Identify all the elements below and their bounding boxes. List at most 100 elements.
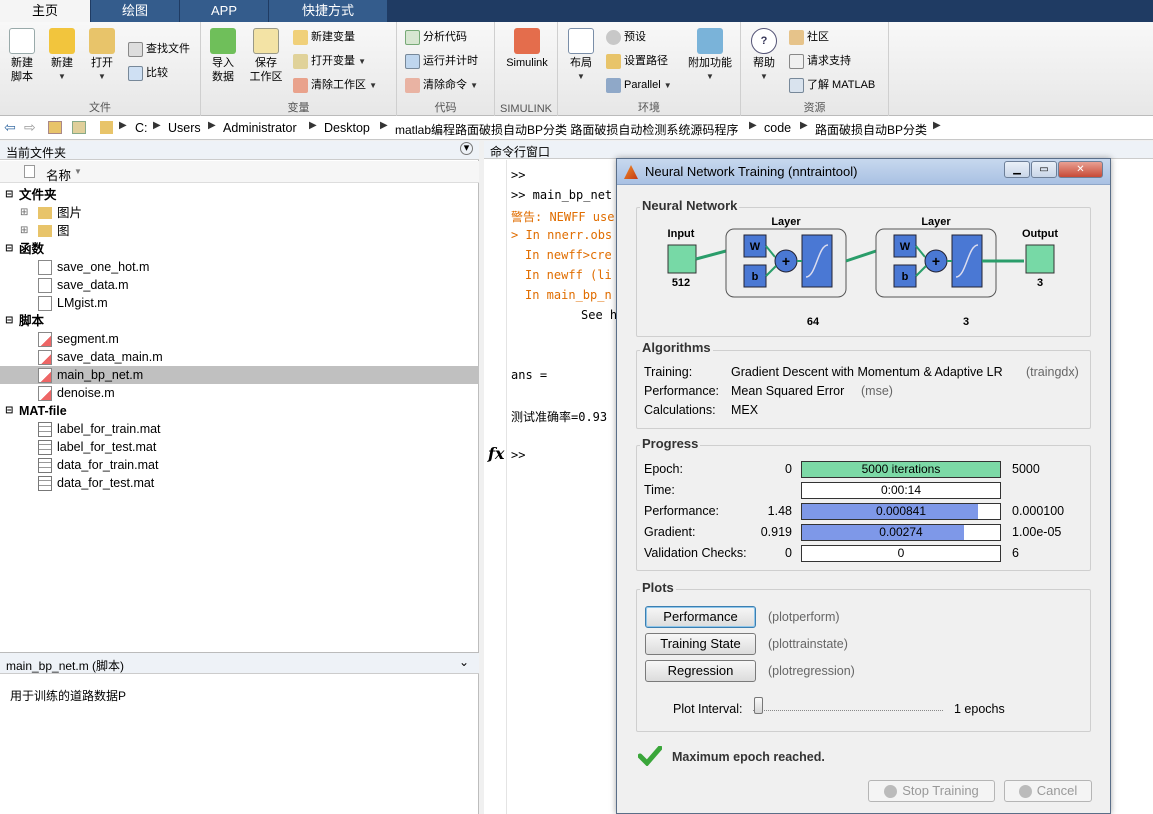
- open-variable-button[interactable]: 打开变量 ▼: [293, 51, 366, 71]
- output-line: ans =: [511, 368, 548, 382]
- tab-home[interactable]: 主页: [0, 0, 90, 22]
- list-item[interactable]: label_for_test.mat: [0, 438, 479, 456]
- collapse-icon[interactable]: ⊟: [5, 312, 13, 330]
- expand-icon[interactable]: ⊞: [20, 204, 28, 222]
- collapse-icon[interactable]: ⊟: [5, 186, 13, 204]
- close-button[interactable]: ✕: [1058, 161, 1103, 178]
- save-workspace-button[interactable]: 保存 工作区: [246, 28, 286, 84]
- file-type-icon: [24, 165, 35, 178]
- new-variable-button[interactable]: 新建变量: [293, 27, 355, 47]
- list-item[interactable]: data_for_test.mat: [0, 474, 479, 492]
- clear-workspace-button[interactable]: 清除工作区 ▼: [293, 75, 377, 95]
- list-item[interactable]: ⊞ 图: [0, 222, 479, 240]
- function-browser-icon[interactable]: fx: [488, 444, 504, 463]
- tab-plots[interactable]: 绘图: [91, 0, 179, 22]
- simulink-button[interactable]: Simulink: [501, 28, 553, 70]
- new-button[interactable]: 新建 ▼: [45, 28, 79, 84]
- breadcrumb-item[interactable]: Desktop: [324, 121, 370, 135]
- plot-interval-slider-thumb[interactable]: [754, 697, 763, 714]
- import-data-button[interactable]: 导入 数据: [206, 28, 240, 84]
- help-button[interactable]: ? 帮助 ▼: [749, 28, 779, 84]
- forward-arrow-icon[interactable]: ⇨: [24, 119, 36, 136]
- stack-trace-line[interactable]: In main_bp_n: [525, 288, 612, 302]
- new-script-button[interactable]: 新建 脚本: [5, 28, 39, 84]
- plots-section-title: Plots: [640, 580, 676, 595]
- run-and-time-button[interactable]: 运行并计时: [405, 51, 478, 71]
- section-mat-files[interactable]: ⊟ MAT-file: [0, 402, 479, 420]
- open-button[interactable]: 打开 ▼: [85, 28, 119, 84]
- breadcrumb-item[interactable]: C:: [135, 121, 148, 135]
- breadcrumb-item[interactable]: Users: [168, 121, 201, 135]
- up-folder-icon[interactable]: [48, 121, 62, 134]
- community-button[interactable]: 社区: [789, 27, 829, 47]
- section-functions[interactable]: ⊟ 函数: [0, 240, 479, 258]
- hidden-size-label: 64: [807, 316, 820, 328]
- minimize-button[interactable]: ▁: [1004, 161, 1030, 178]
- details-panel-title[interactable]: main_bp_net.m (脚本) ⌄: [0, 652, 479, 674]
- request-support-label: 请求支持: [807, 55, 851, 67]
- add-ons-button[interactable]: 附加功能 ▼: [686, 28, 734, 84]
- section-scripts[interactable]: ⊟ 脚本: [0, 312, 479, 330]
- progress-label: Epoch:: [644, 462, 683, 476]
- list-item[interactable]: label_for_train.mat: [0, 420, 479, 438]
- chevron-down-icon[interactable]: ⌄: [459, 655, 469, 669]
- breadcrumb-item[interactable]: Administrator: [223, 121, 297, 135]
- cancel-button[interactable]: Cancel: [1004, 780, 1092, 802]
- sort-down-icon[interactable]: ▼: [74, 167, 82, 176]
- stack-trace-line[interactable]: > In nnerr.obs: [511, 228, 612, 242]
- panel-menu-icon[interactable]: ▾: [460, 142, 473, 155]
- plot-interval-slider-track[interactable]: [753, 705, 943, 711]
- nntraintool-titlebar[interactable]: Neural Network Training (nntraintool) ▁ …: [617, 159, 1110, 185]
- tab-apps[interactable]: APP: [180, 0, 268, 22]
- stack-trace-line[interactable]: In newff>cre: [525, 248, 612, 262]
- hidden-layer-label: Layer: [771, 216, 801, 228]
- request-support-button[interactable]: 请求支持: [789, 51, 851, 71]
- browse-folder-icon[interactable]: [72, 121, 86, 134]
- preferences-button[interactable]: 预设: [606, 27, 646, 47]
- algo-function: (traingdx): [1026, 365, 1079, 379]
- stack-trace-line[interactable]: In newff (li: [525, 268, 612, 282]
- expand-icon[interactable]: ⊞: [20, 222, 28, 240]
- learn-matlab-button[interactable]: 了解 MATLAB: [789, 75, 875, 95]
- collapse-icon[interactable]: ⊟: [5, 402, 13, 420]
- list-item[interactable]: data_for_train.mat: [0, 456, 479, 474]
- compare-button[interactable]: 比较: [128, 63, 168, 83]
- list-item[interactable]: segment.m: [0, 330, 479, 348]
- list-item[interactable]: ⊞ 图片: [0, 204, 479, 222]
- parallel-button[interactable]: Parallel ▼: [606, 75, 672, 95]
- breadcrumb-item[interactable]: code: [764, 121, 791, 135]
- list-item[interactable]: denoise.m: [0, 384, 479, 402]
- list-item-label: 图: [57, 224, 70, 238]
- breadcrumb-item[interactable]: 路面破损自动BP分类: [815, 121, 927, 138]
- clear-commands-button[interactable]: 清除命令 ▼: [405, 75, 478, 95]
- stop-training-button[interactable]: Stop Training: [868, 780, 995, 802]
- find-files-button[interactable]: 查找文件: [128, 39, 190, 59]
- plot-regression-button[interactable]: Regression: [645, 660, 756, 682]
- list-item[interactable]: LMgist.m: [0, 294, 479, 312]
- list-item[interactable]: save_data.m: [0, 276, 479, 294]
- breadcrumb-item[interactable]: matlab编程路面破损自动BP分类 路面破损自动检测系统源码程序: [395, 121, 738, 138]
- breadcrumb-separator: ▶: [380, 120, 388, 131]
- list-item-label: save_one_hot.m: [57, 260, 150, 274]
- analyze-code-button[interactable]: 分析代码: [405, 27, 467, 47]
- plot-training-state-button[interactable]: Training State: [645, 633, 756, 655]
- simulink-group: Simulink SIMULINK: [495, 22, 558, 116]
- analyze-code-label: 分析代码: [423, 31, 467, 43]
- list-item-label: data_for_test.mat: [57, 476, 155, 490]
- list-item-selected[interactable]: main_bp_net.m: [0, 366, 479, 384]
- set-path-button[interactable]: 设置路径: [606, 51, 668, 71]
- command-prompt[interactable]: >>: [511, 448, 525, 462]
- algorithms-section-title: Algorithms: [640, 340, 713, 355]
- collapse-icon[interactable]: ⊟: [5, 240, 13, 258]
- ribbon-tab-bar: 主页 绘图 APP 快捷方式: [0, 0, 1153, 22]
- maximize-button[interactable]: ▭: [1031, 161, 1057, 178]
- plot-performance-button[interactable]: Performance: [645, 606, 756, 628]
- section-folders[interactable]: ⊟ 文件夹: [0, 186, 479, 204]
- list-item[interactable]: save_one_hot.m: [0, 258, 479, 276]
- back-arrow-icon[interactable]: ⇦: [4, 119, 16, 136]
- column-header[interactable]: 名称 ▼: [0, 161, 479, 183]
- tab-shortcuts[interactable]: 快捷方式: [269, 0, 387, 22]
- help-link-line[interactable]: See h: [581, 308, 617, 322]
- layout-button[interactable]: 布局 ▼: [564, 28, 598, 84]
- list-item[interactable]: save_data_main.m: [0, 348, 479, 366]
